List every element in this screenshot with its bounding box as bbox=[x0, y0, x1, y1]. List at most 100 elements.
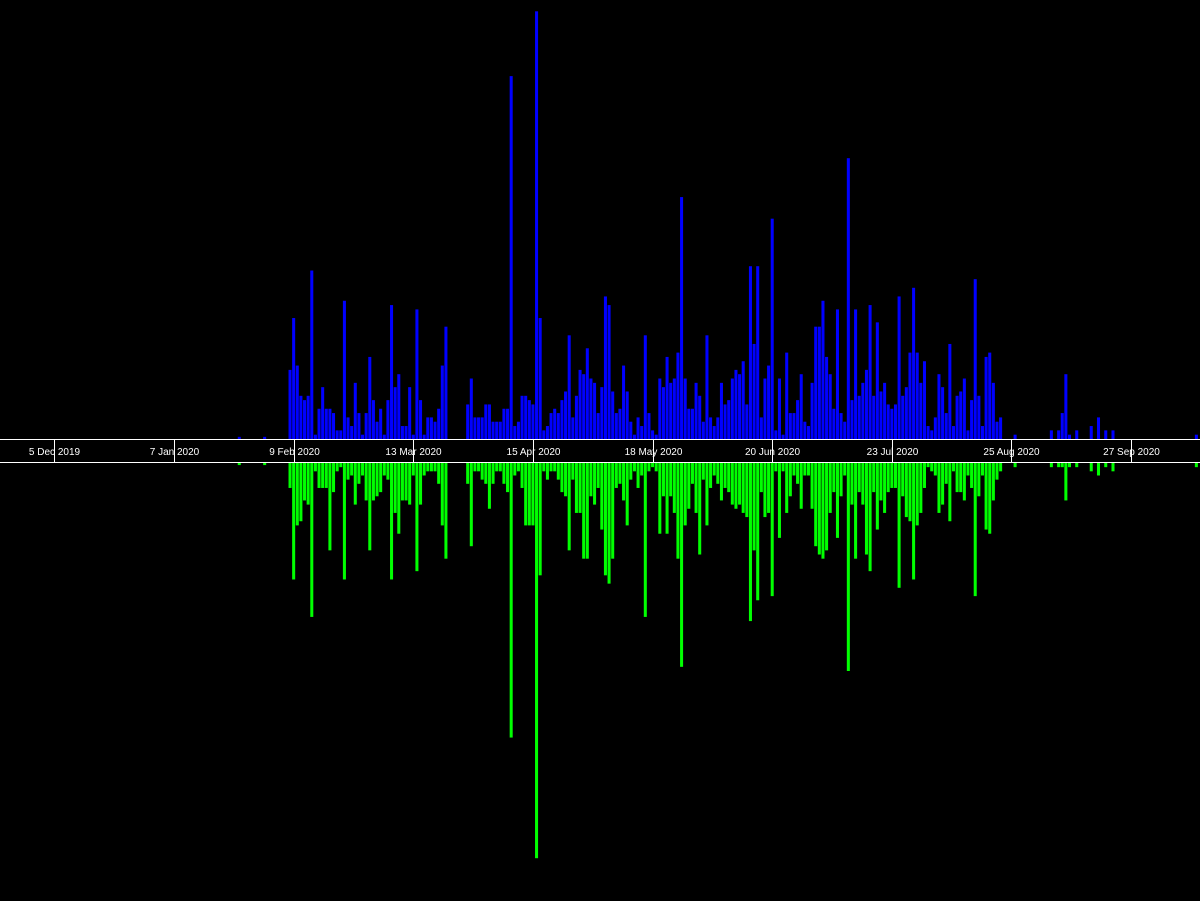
upper-bar-142 bbox=[814, 326, 818, 439]
upper-bar-191 bbox=[991, 382, 995, 439]
upper-bar-114 bbox=[712, 426, 716, 439]
lower-bar-93 bbox=[636, 463, 640, 488]
lower-bar-87 bbox=[614, 463, 618, 488]
upper-bar-141 bbox=[810, 382, 814, 439]
lower-bar-42 bbox=[433, 463, 437, 472]
upper-bar-34 bbox=[404, 426, 408, 439]
lower-bar-26 bbox=[375, 463, 379, 497]
lower-bar-171 bbox=[919, 463, 923, 513]
upper-bar-123 bbox=[745, 404, 749, 439]
lower-bar-116 bbox=[719, 463, 723, 501]
upper-bar-178 bbox=[944, 413, 948, 439]
lower-bar-201 bbox=[1089, 463, 1093, 472]
upper-bar-133 bbox=[781, 434, 785, 439]
upper-bar-33 bbox=[400, 426, 404, 439]
upper-bar-44 bbox=[440, 365, 444, 439]
lower-bar-13 bbox=[328, 463, 332, 551]
upper-bar-140 bbox=[806, 426, 810, 439]
upper-bar-42 bbox=[433, 421, 437, 439]
lower-bar-137 bbox=[796, 463, 800, 484]
lower-bar-169 bbox=[912, 463, 916, 580]
lower-bar-91 bbox=[629, 463, 633, 480]
lower-bar-29 bbox=[386, 463, 390, 480]
lower-bar-117 bbox=[723, 463, 727, 488]
lower-bar-144 bbox=[821, 463, 825, 559]
lower-bar-73 bbox=[564, 463, 568, 497]
upper-bar-111 bbox=[701, 421, 705, 439]
lower-bar-198 bbox=[1064, 463, 1068, 501]
upper-bar-195 bbox=[1049, 430, 1053, 439]
upper-bar-94 bbox=[640, 426, 644, 439]
upper-bar-13 bbox=[328, 408, 332, 439]
lower-bar-125 bbox=[752, 463, 756, 551]
upper-bar-175 bbox=[933, 417, 937, 439]
upper-bar-69 bbox=[549, 413, 553, 439]
upper-bar-165 bbox=[897, 296, 901, 439]
upper-bar-162 bbox=[886, 404, 890, 439]
lower-bar-124 bbox=[748, 463, 752, 622]
lower-bar-64 bbox=[531, 463, 535, 526]
tick-label-7: 23 Jul 2020 bbox=[867, 447, 919, 458]
lower-bar-143 bbox=[817, 463, 821, 555]
lower-bar-195 bbox=[1049, 463, 1053, 468]
upper-bar-168 bbox=[908, 352, 912, 439]
upper-bar-98 bbox=[654, 434, 658, 439]
upper-bar-151 bbox=[846, 158, 850, 439]
lower-bar-129 bbox=[767, 463, 771, 513]
lower-bar-135 bbox=[788, 463, 792, 497]
lower-bar-92 bbox=[632, 463, 636, 472]
upper-bar-23 bbox=[364, 413, 368, 439]
lower-bar-5 bbox=[299, 463, 303, 522]
upper-bar-182 bbox=[959, 391, 963, 439]
upper-bar-115 bbox=[716, 417, 720, 439]
lower-bar-112 bbox=[705, 463, 709, 526]
upper-bar-184 bbox=[966, 430, 970, 439]
lower-bar-175 bbox=[933, 463, 937, 476]
upper-bar-90 bbox=[625, 391, 629, 439]
lower-bar-17 bbox=[342, 463, 346, 580]
upper-bar-154 bbox=[857, 395, 861, 439]
upper-bar-89 bbox=[622, 365, 626, 439]
lower-bar-203 bbox=[1104, 463, 1108, 468]
lower-bar-65 bbox=[535, 463, 539, 859]
lower-bar-83 bbox=[600, 463, 604, 530]
lower-bar-202 bbox=[1096, 463, 1101, 476]
upper-bar-128 bbox=[763, 378, 767, 439]
lower-bar-197 bbox=[1060, 463, 1064, 468]
lower-bar-108 bbox=[690, 463, 694, 484]
upper-bar-174 bbox=[930, 430, 934, 439]
lower-bar-156 bbox=[864, 463, 868, 555]
upper-bar-146 bbox=[828, 374, 832, 439]
lower-bar-148 bbox=[835, 463, 839, 538]
upper-bar-116 bbox=[719, 382, 723, 439]
lower-bar-61 bbox=[520, 463, 524, 488]
upper-bar-130 bbox=[770, 218, 774, 439]
lower-bar-1 bbox=[263, 463, 267, 466]
lower-bar-24 bbox=[368, 463, 372, 551]
lower-bar-205 bbox=[1194, 463, 1198, 468]
lower-bar-180 bbox=[951, 463, 955, 472]
tick-label-4: 15 Apr 2020 bbox=[507, 447, 561, 458]
upper-bar-18 bbox=[346, 417, 350, 439]
lower-bar-79 bbox=[585, 463, 589, 559]
lower-bar-185 bbox=[970, 463, 974, 488]
lower-bar-30 bbox=[390, 463, 394, 580]
lower-bar-58 bbox=[509, 463, 513, 738]
lower-bar-168 bbox=[908, 463, 912, 522]
upper-bar-143 bbox=[817, 326, 821, 439]
lower-bar-153 bbox=[854, 463, 858, 559]
upper-bar-80 bbox=[589, 378, 593, 439]
lower-bar-32 bbox=[397, 463, 401, 534]
lower-bar-122 bbox=[741, 463, 745, 513]
upper-bar-82 bbox=[596, 413, 600, 439]
lower-bar-33 bbox=[400, 463, 404, 501]
lower-bar-179 bbox=[948, 463, 952, 522]
lower-bar-99 bbox=[658, 463, 662, 534]
upper-bar-27 bbox=[379, 408, 383, 439]
upper-bar-64 bbox=[531, 404, 535, 439]
lower-bar-22 bbox=[361, 463, 365, 476]
upper-bar-181 bbox=[955, 395, 959, 439]
upper-bar-180 bbox=[951, 426, 955, 439]
lower-bar-120 bbox=[734, 463, 738, 509]
lower-bar-183 bbox=[962, 463, 966, 501]
